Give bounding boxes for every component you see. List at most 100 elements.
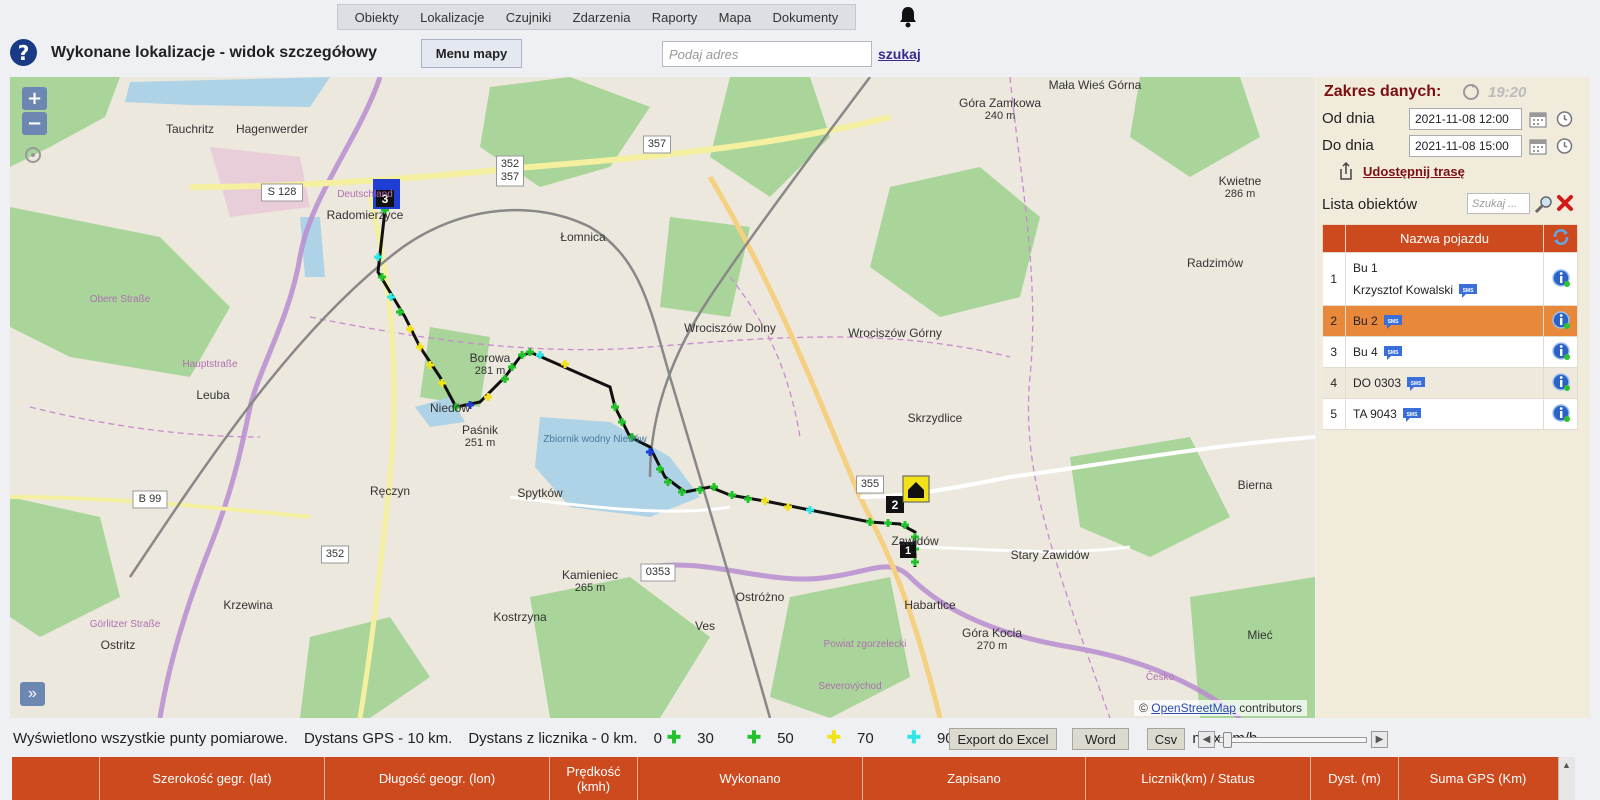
marker-label-2: 2 xyxy=(892,498,899,512)
vehicle-name-cell[interactable]: DO 0303 SMS xyxy=(1345,367,1544,399)
address-search-input[interactable] xyxy=(662,41,872,67)
vehicle-info-cell[interactable] xyxy=(1543,252,1578,306)
page-title: Wykonane lokalizacje - widok szczegółowy xyxy=(51,44,378,61)
sms-icon[interactable]: SMS xyxy=(1382,313,1404,331)
share-icon[interactable] xyxy=(1338,161,1354,181)
info-icon[interactable] xyxy=(1551,341,1571,361)
search-icon[interactable] xyxy=(1534,194,1554,214)
grid-col-counter-status[interactable]: Licznik(km) / Status xyxy=(1086,757,1311,800)
vehicle-name-cell[interactable]: Bu 1 Krzysztof Kowalski SMS xyxy=(1345,252,1544,306)
expand-panel-button[interactable]: » xyxy=(20,682,45,706)
nav-locations[interactable]: Lokalizacje xyxy=(420,10,484,25)
grid-scrollbar[interactable]: ▲ xyxy=(1558,757,1575,800)
zoom-in-button[interactable]: + xyxy=(22,87,47,110)
close-icon[interactable] xyxy=(1556,194,1574,212)
map-place-label: Zbiornik wodny Niedów xyxy=(543,434,647,445)
to-date-field[interactable]: 2021-11-08 15:00 xyxy=(1409,135,1522,157)
map-place-elevation: 286 m xyxy=(1225,188,1256,200)
slider-thumb[interactable] xyxy=(1223,731,1232,748)
vehicle-info-cell[interactable] xyxy=(1543,367,1578,399)
grid-col-distance[interactable]: Dyst. (m) xyxy=(1311,757,1399,800)
vehicle-info-cell[interactable] xyxy=(1543,398,1578,430)
vehicle-info-cell[interactable] xyxy=(1543,305,1578,337)
grid-col-saved[interactable]: Zapisano xyxy=(863,757,1086,800)
attribution-suffix: contributors xyxy=(1239,701,1302,715)
vehicle-info-cell[interactable] xyxy=(1543,336,1578,368)
search-link[interactable]: szukaj xyxy=(878,46,921,62)
road-label: 352 xyxy=(501,158,519,170)
scroll-up-arrow[interactable]: ▲ xyxy=(1562,760,1571,770)
vehicle-row[interactable]: 4 DO 0303 SMS xyxy=(1322,367,1578,399)
help-icon[interactable]: ? xyxy=(10,39,37,66)
map-view[interactable]: 3 2 1 Tauchritz Hagenwerder Radomierzyce Ło… xyxy=(10,77,1315,718)
nav-reports[interactable]: Raporty xyxy=(652,10,698,25)
vehicle-row[interactable]: 2 Bu 2 SMS xyxy=(1322,305,1578,337)
calendar-icon[interactable] xyxy=(1529,137,1547,155)
refresh-icon[interactable] xyxy=(1462,83,1480,101)
map-place-label: Ręczyn xyxy=(370,484,410,498)
grid-col-lon[interactable]: Długość geogr. (lon) xyxy=(325,757,550,800)
sms-icon[interactable]: SMS xyxy=(1401,406,1423,424)
route-point[interactable] xyxy=(911,558,919,566)
grid-col-lat[interactable]: Szerokość gegr. (lat) xyxy=(100,757,325,800)
nav-documents[interactable]: Dokumenty xyxy=(773,10,839,25)
vehicle-table-refresh-header[interactable] xyxy=(1543,224,1578,253)
slider-right-arrow[interactable]: ▶ xyxy=(1371,731,1388,748)
nav-events[interactable]: Zdarzenia xyxy=(573,10,631,25)
sms-icon[interactable]: SMS xyxy=(1382,344,1404,362)
vehicle-row[interactable]: 5 TA 9043 SMS xyxy=(1322,398,1578,430)
vehicle-name-cell[interactable]: Bu 2 SMS xyxy=(1345,305,1544,337)
share-route-link[interactable]: Udostępnij trasę xyxy=(1363,164,1465,179)
object-list-title: Lista obiektów xyxy=(1322,196,1418,213)
vehicle-name: Bu 4 xyxy=(1353,345,1378,359)
map-place-label: Habartice xyxy=(904,598,956,612)
refresh-icon[interactable] xyxy=(1552,228,1570,246)
home-icon[interactable] xyxy=(902,475,930,503)
vehicle-row[interactable]: 1 Bu 1 Krzysztof Kowalski SMS xyxy=(1322,252,1578,306)
bell-icon[interactable] xyxy=(897,5,919,29)
grid-col-performed[interactable]: Wykonano xyxy=(638,757,863,800)
grid-col-gps-sum[interactable]: Suma GPS (Km) xyxy=(1399,757,1557,800)
export-word-button[interactable]: Word xyxy=(1072,728,1129,750)
nav-objects[interactable]: Obiekty xyxy=(355,10,399,25)
export-csv-button[interactable]: Csv xyxy=(1147,728,1185,750)
clock-icon[interactable] xyxy=(1555,109,1574,128)
export-excel-button[interactable]: Export do Excel xyxy=(949,728,1057,750)
vehicle-name-cell[interactable]: Bu 4 SMS xyxy=(1345,336,1544,368)
vehicle-name-cell[interactable]: TA 9043 SMS xyxy=(1345,398,1544,430)
info-icon[interactable] xyxy=(1551,403,1571,423)
map-place-label: Powiat zgorzelecki xyxy=(824,639,907,650)
map-menu-button[interactable]: Menu mapy xyxy=(421,39,522,68)
map-place-label: Kostrzyna xyxy=(493,610,547,624)
route-stop-marker[interactable]: 2 xyxy=(886,496,904,513)
route-point[interactable] xyxy=(761,497,769,505)
vehicle-row[interactable]: 3 Bu 4 SMS xyxy=(1322,336,1578,368)
slider-left-arrow[interactable]: ◀ xyxy=(1198,731,1215,748)
layer-switch-icon[interactable] xyxy=(23,145,43,165)
nav-sensors[interactable]: Czujniki xyxy=(506,10,552,25)
object-search-input[interactable] xyxy=(1467,193,1530,214)
vehicle-name: DO 0303 xyxy=(1353,376,1402,390)
time-slider[interactable]: ◀ ▶ xyxy=(1198,730,1388,749)
map-place-label: Česko xyxy=(1146,670,1175,683)
grid-col-speed[interactable]: Prędkość (kmh) xyxy=(550,757,638,800)
route-point[interactable] xyxy=(484,393,492,401)
openstreetmap-link[interactable]: OpenStreetMap xyxy=(1151,701,1236,715)
calendar-icon[interactable] xyxy=(1529,110,1547,128)
grid-col-index[interactable] xyxy=(12,757,100,800)
nav-map[interactable]: Mapa xyxy=(719,10,752,25)
info-icon[interactable] xyxy=(1551,372,1571,392)
info-icon[interactable] xyxy=(1551,310,1571,330)
route-point[interactable] xyxy=(884,519,892,527)
info-icon[interactable] xyxy=(1551,268,1571,288)
vehicle-name-header: Nazwa pojazdu xyxy=(1345,224,1544,253)
svg-text:SMS: SMS xyxy=(1387,350,1399,356)
sms-icon[interactable]: SMS xyxy=(1457,282,1479,300)
zoom-out-button[interactable]: − xyxy=(22,112,47,135)
route-point[interactable] xyxy=(806,506,814,514)
from-date-field[interactable]: 2021-11-08 12:00 xyxy=(1409,108,1522,130)
slider-track[interactable] xyxy=(1219,731,1367,748)
sms-icon[interactable]: SMS xyxy=(1405,375,1427,393)
route-point[interactable] xyxy=(728,491,736,499)
clock-icon[interactable] xyxy=(1555,136,1574,155)
